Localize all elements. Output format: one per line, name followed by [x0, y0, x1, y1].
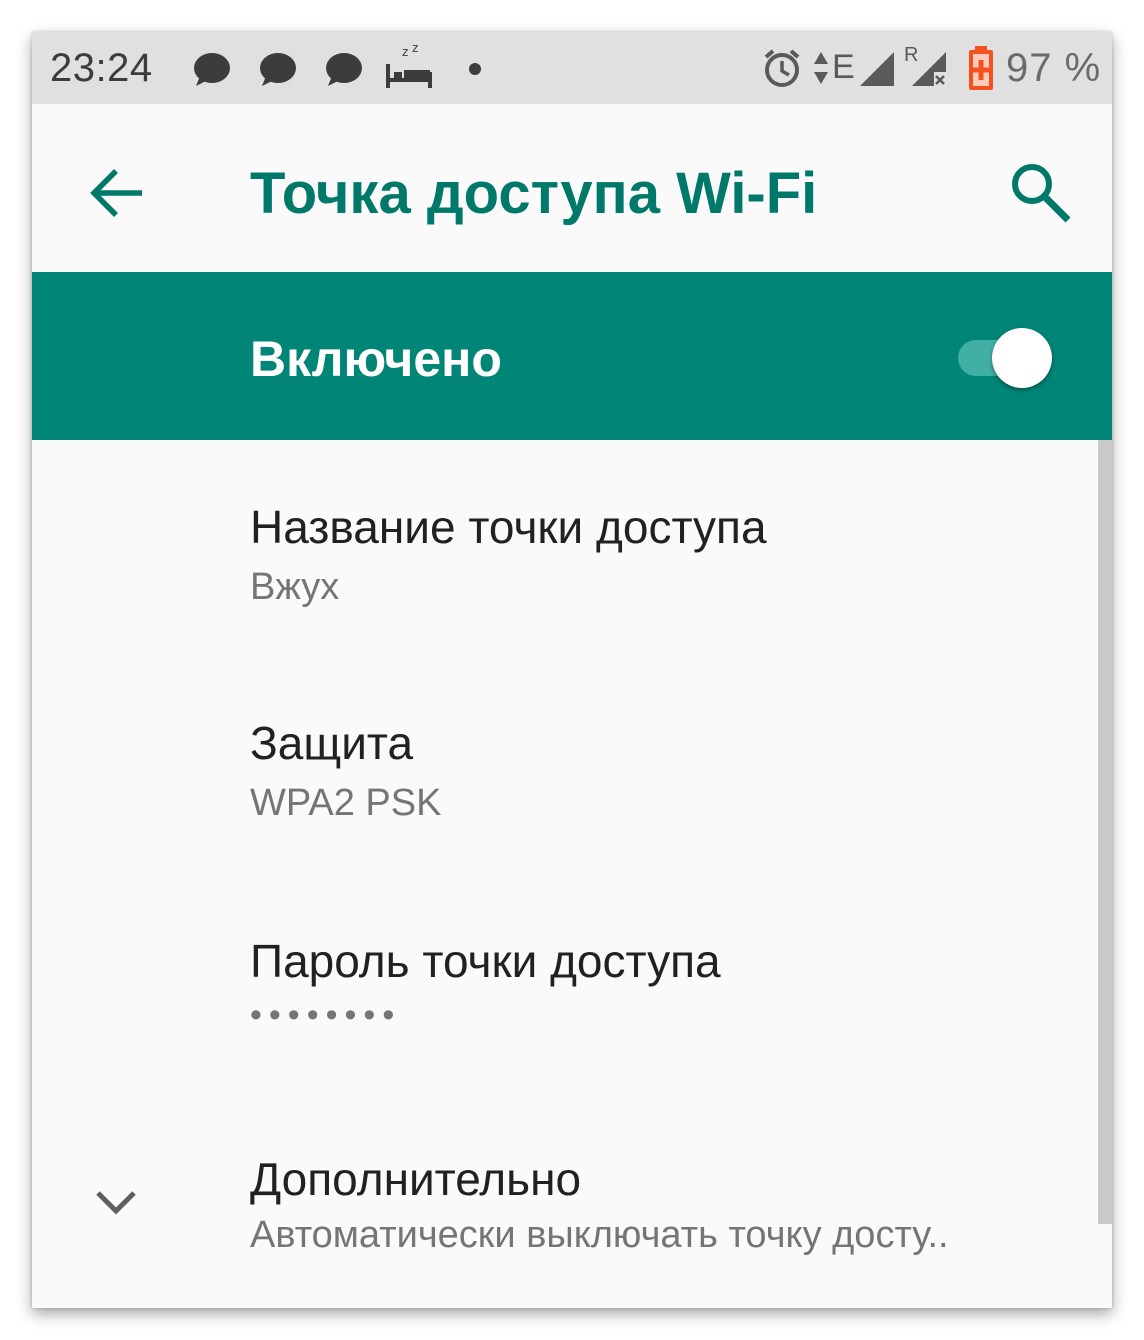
dot-icon [469, 63, 481, 75]
alarm-icon [764, 49, 800, 87]
signal-icon [860, 52, 894, 86]
screen: 23:24 z z E R 97 % Точка доступа Wi-Fi В… [32, 32, 1112, 1308]
toggle-thumb [992, 328, 1052, 388]
chat-bubble-icon [260, 53, 296, 86]
master-switch-label: Включено [250, 331, 502, 387]
status-bar: 23:24 z z E R 97 % [32, 32, 1112, 104]
list-item-hotspot-name[interactable]: Название точки доступа Вжух [32, 440, 1098, 656]
sleep-bed-icon: z z [386, 42, 432, 88]
item-title: Дополнительно [250, 1153, 582, 1205]
item-summary: Автоматически выключать точку досту.. [250, 1214, 949, 1256]
battery-charging-icon [969, 46, 993, 90]
chat-bubble-icon [194, 53, 230, 86]
chat-bubble-icon [326, 53, 362, 86]
item-summary: •••••••• [250, 996, 402, 1034]
app-bar: Точка доступа Wi-Fi [32, 104, 1112, 272]
list-item-advanced[interactable]: Дополнительно Автоматически выключать то… [32, 1092, 1098, 1308]
svg-text:z: z [412, 42, 418, 55]
hotspot-toggle[interactable] [958, 326, 1054, 390]
item-summary: WPA2 PSK [250, 782, 442, 824]
svg-text:z: z [402, 45, 408, 59]
page-title: Точка доступа Wi-Fi [250, 161, 818, 226]
item-title: Пароль точки доступа [250, 935, 721, 987]
master-switch-bar[interactable]: Включено [32, 272, 1112, 440]
network-type-label: E [832, 48, 855, 86]
list-item-password[interactable]: Пароль точки доступа •••••••• [32, 874, 1098, 1092]
scrollbar[interactable] [1098, 440, 1112, 1224]
chevron-down-icon [96, 1191, 136, 1215]
status-time: 23:24 [50, 46, 153, 90]
data-arrows-icon [814, 52, 828, 84]
list-item-security[interactable]: Защита WPA2 PSK [32, 656, 1098, 874]
item-summary: Вжух [250, 566, 340, 608]
item-title: Название точки доступа [250, 501, 767, 553]
item-title: Защита [250, 717, 414, 769]
signal-roaming-icon [912, 52, 946, 86]
battery-percent: 97 % [1006, 46, 1102, 90]
search-icon[interactable] [1008, 160, 1074, 226]
arrow-back-icon[interactable] [88, 164, 146, 222]
